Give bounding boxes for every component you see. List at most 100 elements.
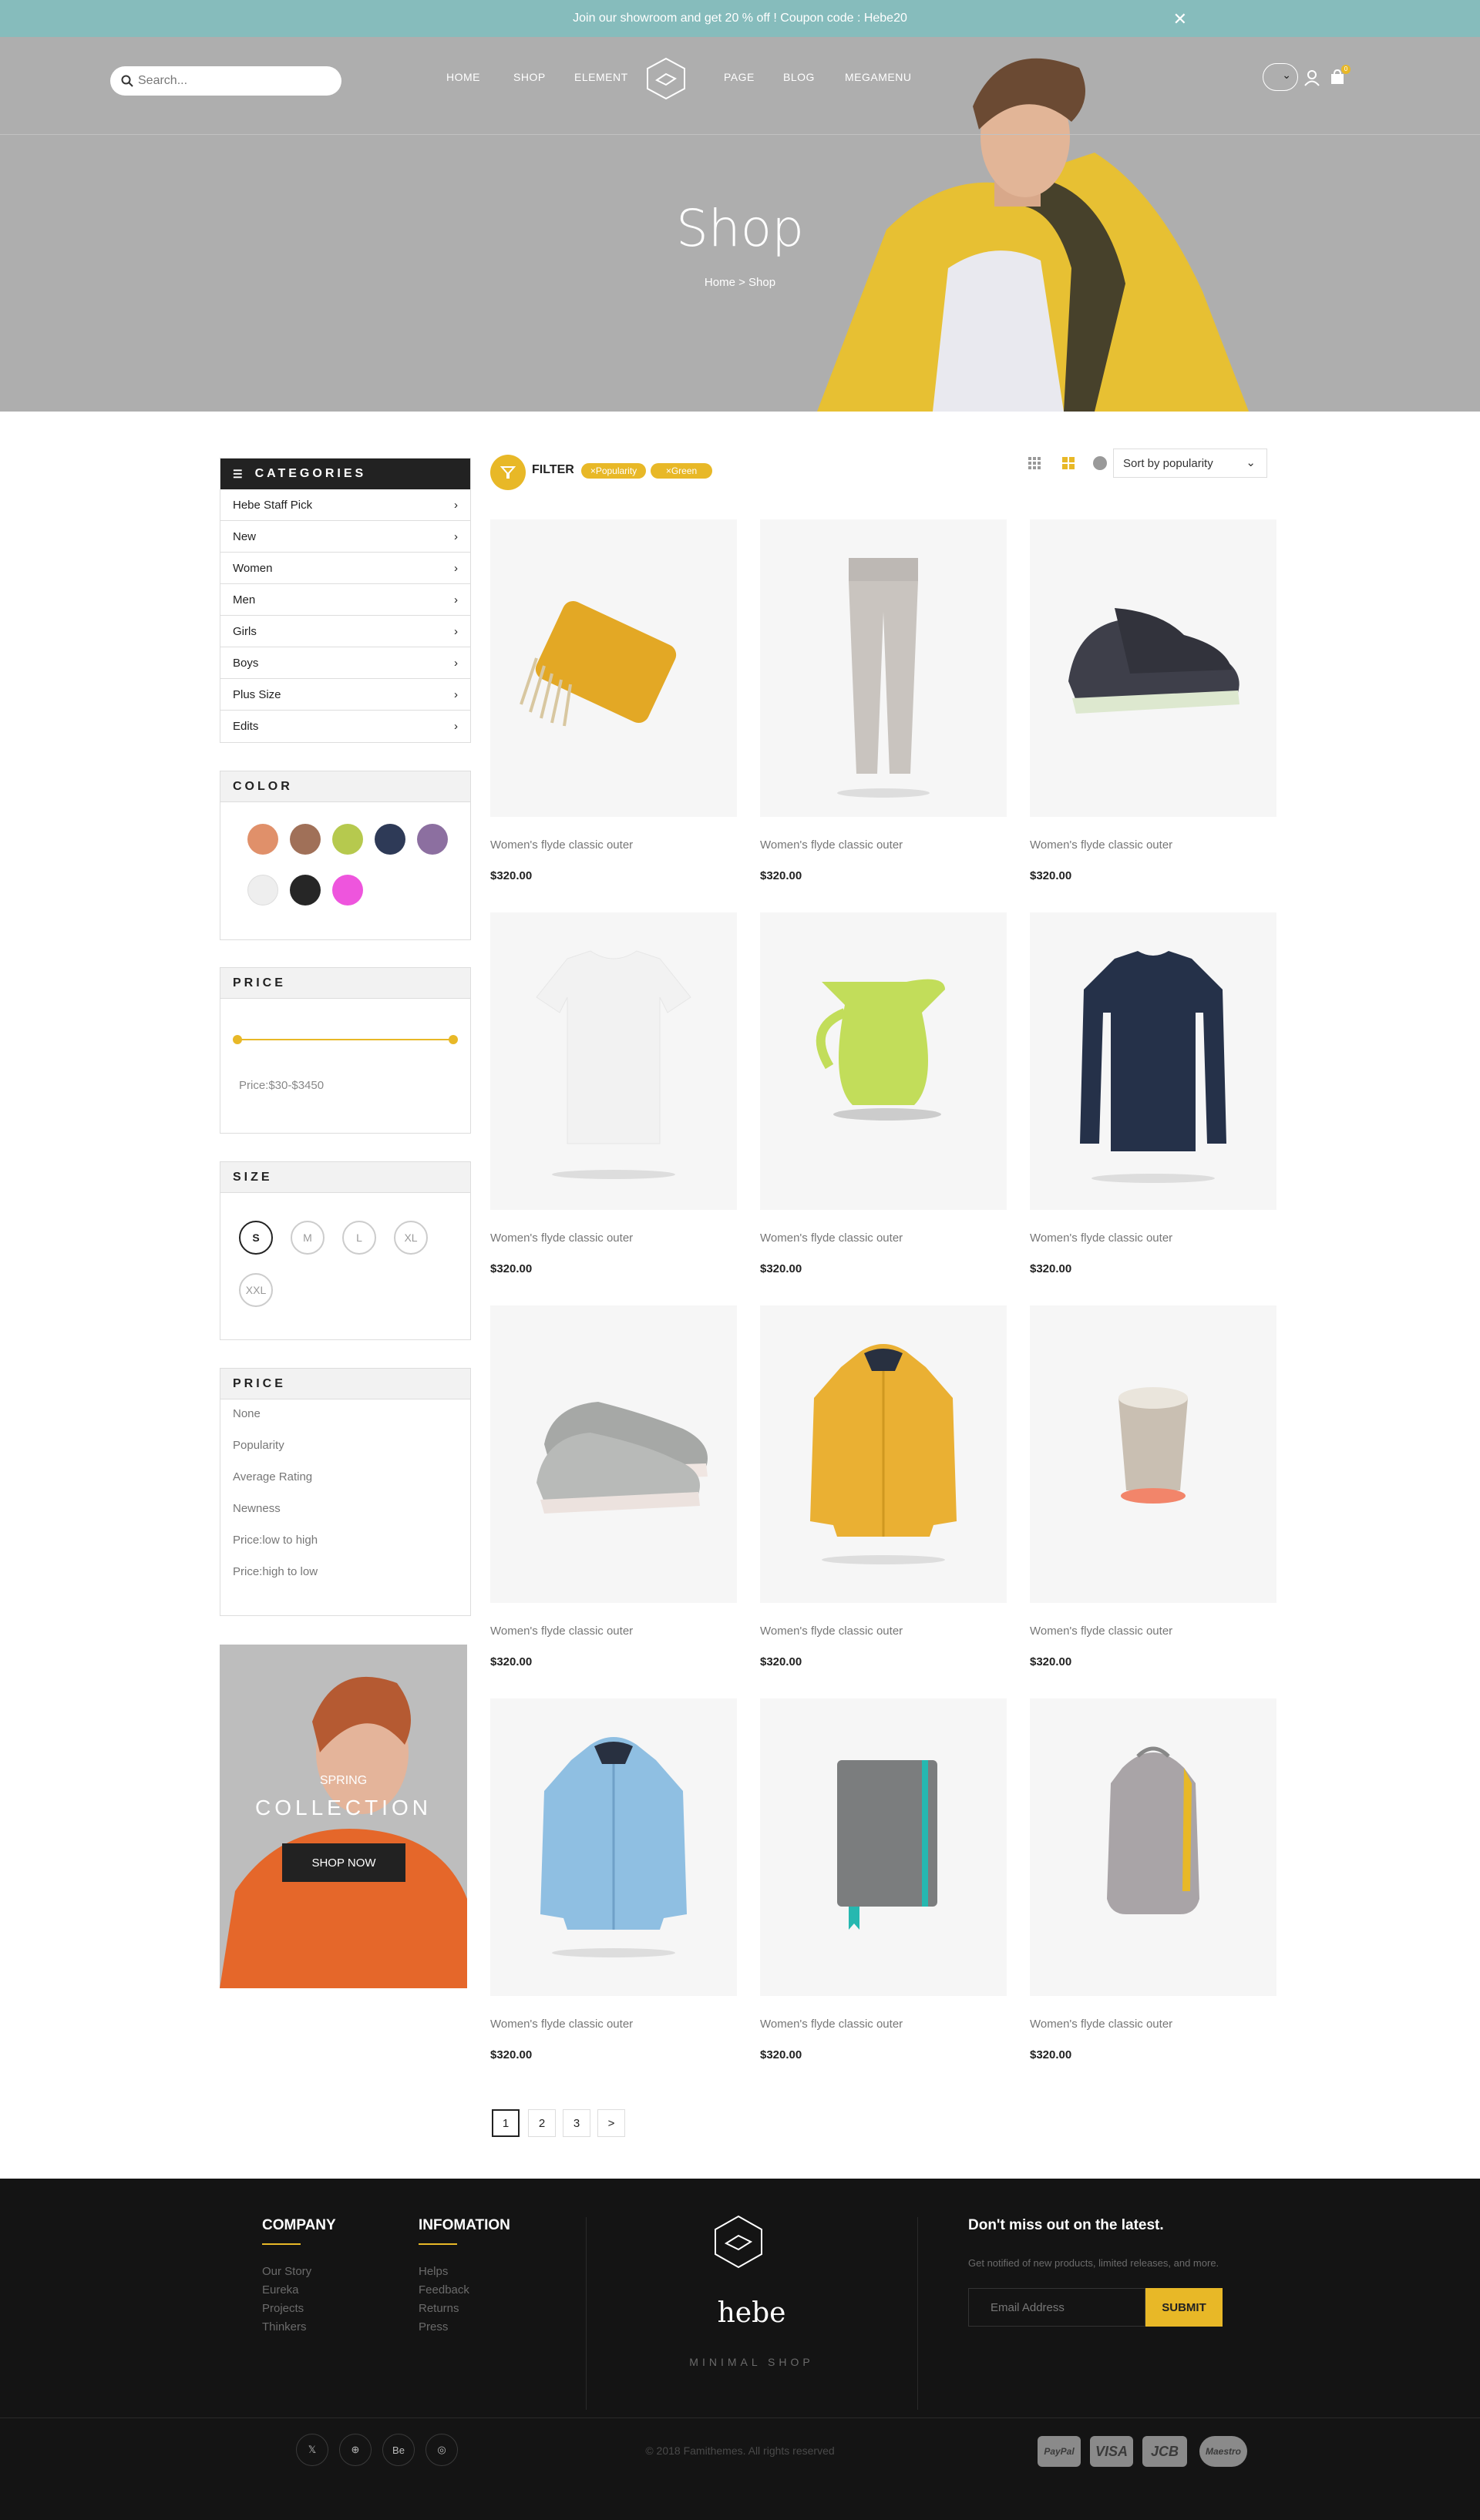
color-swatch[interactable] [417, 824, 448, 855]
product-name[interactable]: Women's flyde classic outer [760, 838, 903, 852]
footer-link[interactable]: Eureka [262, 2283, 299, 2297]
size-option-xxl[interactable]: XXL [239, 1273, 273, 1307]
product-name[interactable]: Women's flyde classic outer [490, 2018, 633, 2031]
nav-blog[interactable]: BLOG [783, 71, 815, 83]
nav-shop[interactable]: SHOP [513, 71, 546, 83]
category-item[interactable]: Hebe Staff Pick › [220, 489, 470, 521]
list-view-icon[interactable] [1093, 456, 1107, 470]
nav-megamenu[interactable]: MEGAMENU [845, 71, 911, 83]
product-name[interactable]: Women's flyde classic outer [1030, 1231, 1172, 1245]
product-image[interactable] [490, 1698, 737, 1996]
product-image[interactable] [1030, 1305, 1276, 1603]
color-swatch[interactable] [290, 824, 321, 855]
product-image[interactable] [760, 1305, 1007, 1603]
sort-option[interactable]: Newness [233, 1502, 281, 1515]
product-image[interactable] [760, 912, 1007, 1210]
product-image[interactable] [760, 1698, 1007, 1996]
nav-element[interactable]: ELEMENT [574, 71, 628, 83]
next-page-button[interactable]: > [597, 2109, 625, 2137]
footer-link[interactable]: Thinkers [262, 2320, 307, 2334]
sort-option[interactable]: Price:high to low [233, 1565, 318, 1578]
color-swatch[interactable] [247, 875, 278, 906]
backpack-icon [1107, 1746, 1199, 1914]
close-icon[interactable]: ✕ [1173, 9, 1187, 29]
product-image[interactable] [490, 519, 737, 817]
grid-small-view-icon[interactable] [1028, 457, 1041, 469]
grid-large-view-icon[interactable] [1062, 457, 1075, 469]
nav-page[interactable]: PAGE [724, 71, 755, 83]
category-item[interactable]: Women › [220, 553, 470, 584]
product-name[interactable]: Women's flyde classic outer [490, 838, 633, 852]
sort-option[interactable]: None [233, 1407, 261, 1420]
product-name[interactable]: Women's flyde classic outer [760, 1625, 903, 1638]
breadcrumb[interactable]: Home > Shop [0, 276, 1480, 289]
product-name[interactable]: Women's flyde classic outer [760, 2018, 903, 2031]
page-button-3[interactable]: 3 [563, 2109, 590, 2137]
sort-option[interactable]: Price:low to high [233, 1534, 318, 1547]
currency-select[interactable]: ⌄ [1263, 63, 1298, 91]
price-slider-track[interactable] [237, 1039, 453, 1040]
active-filter-tag[interactable]: ×Popularity [581, 463, 646, 479]
product-image[interactable] [1030, 912, 1276, 1210]
submit-button[interactable]: SUBMIT [1145, 2288, 1223, 2327]
product-image[interactable] [1030, 1698, 1276, 1996]
company-title: COMPANY [262, 2217, 336, 2233]
footer-divider [917, 2217, 918, 2410]
size-option-xl[interactable]: XL [394, 1221, 428, 1255]
blanket-icon [520, 600, 677, 727]
filter-button[interactable] [490, 455, 526, 490]
page-button-1[interactable]: 1 [492, 2109, 520, 2137]
footer-brand: hebe [717, 2297, 786, 2329]
promo-banner[interactable]: SPRING COLLECTION SHOP NOW [220, 1645, 467, 1988]
dark-sneaker-icon [1068, 608, 1240, 714]
category-item[interactable]: Girls › [220, 616, 470, 647]
footer-link[interactable]: Helps [419, 2265, 448, 2278]
category-item[interactable]: Men › [220, 584, 470, 616]
search-input[interactable]: Search... [110, 66, 341, 96]
category-label: Edits [233, 720, 259, 733]
user-icon[interactable] [1304, 69, 1320, 86]
color-swatch[interactable] [375, 824, 405, 855]
footer-link[interactable]: Returns [419, 2302, 459, 2315]
active-filter-tag[interactable]: ×Green [651, 463, 712, 479]
footer-logo-icon[interactable] [713, 2214, 764, 2270]
product-image[interactable] [490, 912, 737, 1210]
product-name[interactable]: Women's flyde classic outer [1030, 838, 1172, 852]
nav-home[interactable]: HOME [446, 71, 480, 83]
footer-link[interactable]: Projects [262, 2302, 304, 2315]
shop-now-button[interactable]: SHOP NOW [282, 1843, 405, 1882]
sort-option[interactable]: Popularity [233, 1439, 284, 1452]
size-option-l[interactable]: L [342, 1221, 376, 1255]
color-swatch[interactable] [247, 824, 278, 855]
product-image[interactable] [490, 1305, 737, 1603]
chevron-right-icon: › [454, 529, 458, 543]
price-slider-max-handle[interactable] [449, 1035, 458, 1044]
category-item[interactable]: New › [220, 521, 470, 553]
price-slider-min-handle[interactable] [233, 1035, 242, 1044]
category-item[interactable]: Edits › [220, 711, 470, 742]
color-swatch[interactable] [332, 875, 363, 906]
size-option-m[interactable]: M [291, 1221, 325, 1255]
color-swatch[interactable] [332, 824, 363, 855]
page-button-2[interactable]: 2 [528, 2109, 556, 2137]
color-swatch[interactable] [290, 875, 321, 906]
grey-sneakers-icon [536, 1402, 708, 1514]
product-name[interactable]: Women's flyde classic outer [490, 1625, 633, 1638]
footer-link[interactable]: Press [419, 2320, 448, 2334]
footer-link[interactable]: Our Story [262, 2265, 311, 2278]
category-item[interactable]: Plus Size › [220, 679, 470, 711]
category-item[interactable]: Boys › [220, 647, 470, 679]
email-input[interactable]: Email Address [968, 2288, 1145, 2327]
product-image[interactable] [1030, 519, 1276, 817]
product-name[interactable]: Women's flyde classic outer [490, 1231, 633, 1245]
sort-option[interactable]: Average Rating [233, 1470, 312, 1483]
sort-select[interactable]: Sort by popularity ⌄ [1113, 449, 1267, 478]
size-option-s[interactable]: S [239, 1221, 273, 1255]
product-image[interactable] [760, 519, 1007, 817]
logo-icon[interactable] [646, 57, 686, 100]
product-name[interactable]: Women's flyde classic outer [1030, 1625, 1172, 1638]
footer-link[interactable]: Feedback [419, 2283, 469, 2297]
product-name[interactable]: Women's flyde classic outer [1030, 2018, 1172, 2031]
product-name[interactable]: Women's flyde classic outer [760, 1231, 903, 1245]
color-title: COLOR [220, 771, 470, 802]
